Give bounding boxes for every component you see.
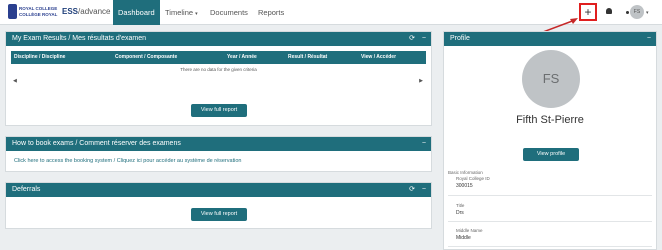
top-navbar: ROYAL COLLEGE COLLÈGE ROYAL ESS/advance … [0,0,662,25]
panel-title: Deferrals [12,186,41,193]
divider [448,195,652,196]
field-label: Royal College ID [456,176,490,181]
collapse-icon[interactable]: − [647,32,651,46]
scroll-right-icon[interactable]: ▶ [419,78,423,84]
deferrals-panel: Deferrals ⟳ − View full report [5,182,432,229]
column-view[interactable]: View / Accéder [361,51,396,64]
exam-results-panel: My Exam Results / Mes résultats d'examen… [5,31,432,126]
user-avatar[interactable]: FS [630,5,644,19]
scroll-left-icon[interactable]: ◀ [13,78,17,84]
collapse-icon[interactable]: − [422,32,426,46]
refresh-icon[interactable]: ⟳ [409,183,415,197]
column-component[interactable]: Component / Composante [115,51,177,64]
column-year[interactable]: Year / Année [227,51,257,64]
nav-reports[interactable]: Reports [258,0,284,25]
empty-table-message: There are no data for the given criteria [180,67,257,72]
profile-name: Fifth St-Pierre [516,114,584,126]
table-header: Discipline / Discipline Component / Comp… [11,51,426,64]
brand-ess: ESS [62,7,79,16]
divider [448,221,652,222]
field-label: Middle Name [456,228,483,233]
exam-results-header: My Exam Results / Mes résultats d'examen… [6,32,431,46]
collapse-icon[interactable]: − [422,183,426,197]
refresh-icon[interactable]: ⟳ [409,32,415,46]
field-value: Middle [456,235,471,241]
profile-avatar: FS [522,50,580,108]
bell-icon[interactable] [606,8,612,14]
profile-header: Profile − [444,32,656,46]
panel-title: Profile [450,35,470,42]
view-profile-button[interactable]: View profile [523,148,579,161]
column-discipline[interactable]: Discipline / Discipline [14,51,65,64]
chevron-down-icon: ▾ [195,11,198,17]
how-to-book-header: How to book exams / Comment réserver des… [6,137,431,151]
panel-title: My Exam Results / Mes résultats d'examen [12,35,146,42]
logo-text-en: ROYAL COLLEGE [19,6,58,11]
brand-advance: /advance [78,7,111,16]
column-result[interactable]: Result / Résultat [288,51,327,64]
field-value: Drs [456,210,464,216]
booking-system-link[interactable]: Click here to access the booking system … [14,158,241,164]
divider [448,246,652,247]
deferrals-header: Deferrals ⟳ − [6,183,431,197]
logo-text-fr: COLLÈGE ROYAL [19,12,58,17]
panel-title: How to book exams / Comment réserver des… [12,140,181,147]
nav-documents[interactable]: Documents [210,0,248,25]
field-value: 300015 [456,183,473,189]
status-dot-icon [626,11,629,14]
field-label: Title [456,203,465,208]
add-button[interactable]: + [579,3,597,21]
crest-icon [8,4,17,19]
nav-timeline[interactable]: Timeline ▾ [165,0,198,25]
profile-panel: Profile − FS Fifth St-Pierre View profil… [443,31,657,250]
nav-timeline-label: Timeline [165,8,194,17]
nav-dashboard[interactable]: Dashboard [113,0,160,25]
basic-information-heading: Basic Information [448,170,483,175]
view-full-report-button[interactable]: View full report [191,208,247,221]
ess-advance-brand[interactable]: ESS/advance [62,7,110,16]
royal-college-logo[interactable]: ROYAL COLLEGE COLLÈGE ROYAL [8,3,58,21]
chevron-down-icon[interactable]: ▾ [646,10,649,16]
view-full-report-button[interactable]: View full report [191,104,247,117]
collapse-icon[interactable]: − [422,137,426,151]
how-to-book-panel: How to book exams / Comment réserver des… [5,136,432,172]
